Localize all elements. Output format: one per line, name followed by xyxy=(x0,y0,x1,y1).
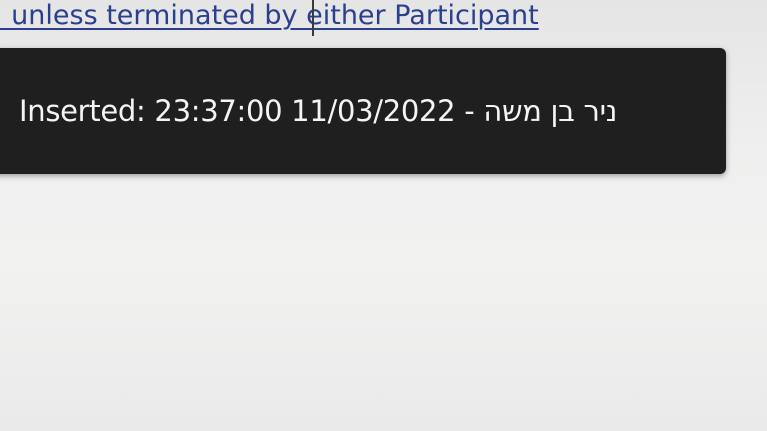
document-text-line[interactable]: , unless terminated by either Participan… xyxy=(0,0,539,38)
change-tracking-tooltip: Inserted: 23:37:00 11/03/2022 - ניר בן מ… xyxy=(0,48,726,174)
tooltip-text: Inserted: 23:37:00 11/03/2022 - ניר בן מ… xyxy=(19,94,618,128)
text-cursor xyxy=(312,0,314,36)
